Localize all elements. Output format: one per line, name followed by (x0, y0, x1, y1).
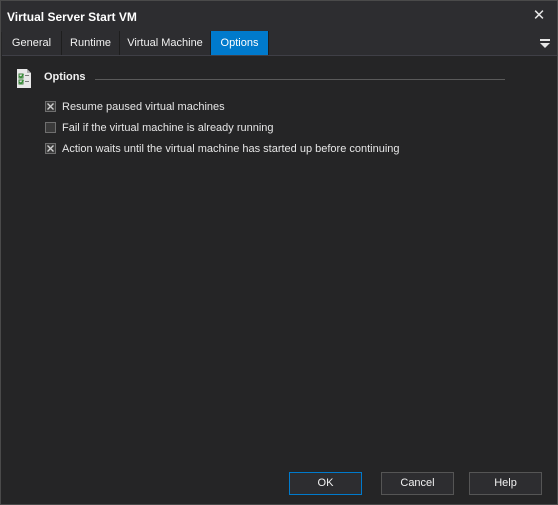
wait-startup-checkbox[interactable] (45, 143, 56, 154)
tab-runtime[interactable]: Runtime (62, 31, 120, 55)
tab-virtual-machine[interactable]: Virtual Machine (120, 31, 211, 55)
ok-button[interactable]: OK (289, 472, 362, 495)
tab-general[interactable]: General (2, 31, 62, 55)
checkmark-x-icon (47, 145, 54, 152)
tab-options[interactable]: Options (211, 31, 269, 55)
cancel-button[interactable]: Cancel (381, 472, 454, 495)
tab-bar: General Runtime Virtual Machine Options (2, 31, 557, 56)
title-bar[interactable]: Virtual Server Start VM ✕ (1, 1, 557, 32)
dialog-window: Virtual Server Start VM ✕ General Runtim… (0, 0, 558, 505)
checklist-icon (17, 69, 31, 88)
close-icon: ✕ (532, 7, 546, 24)
group-title: Options (44, 71, 86, 83)
help-button[interactable]: Help (469, 472, 542, 495)
group-divider (95, 79, 505, 80)
close-button[interactable]: ✕ (529, 6, 549, 26)
resume-paused-label: Resume paused virtual machines (62, 101, 225, 113)
fail-if-running-checkbox[interactable] (45, 122, 56, 133)
fail-if-running-label: Fail if the virtual machine is already r… (62, 122, 274, 134)
options-panel: Options Resume paused virtual machines F… (2, 56, 557, 504)
window-title: Virtual Server Start VM (7, 10, 137, 24)
resume-paused-checkbox[interactable] (45, 101, 56, 112)
menu-arrow-icon[interactable] (540, 38, 550, 48)
checkmark-x-icon (47, 103, 54, 110)
wait-startup-label: Action waits until the virtual machine h… (62, 143, 400, 155)
